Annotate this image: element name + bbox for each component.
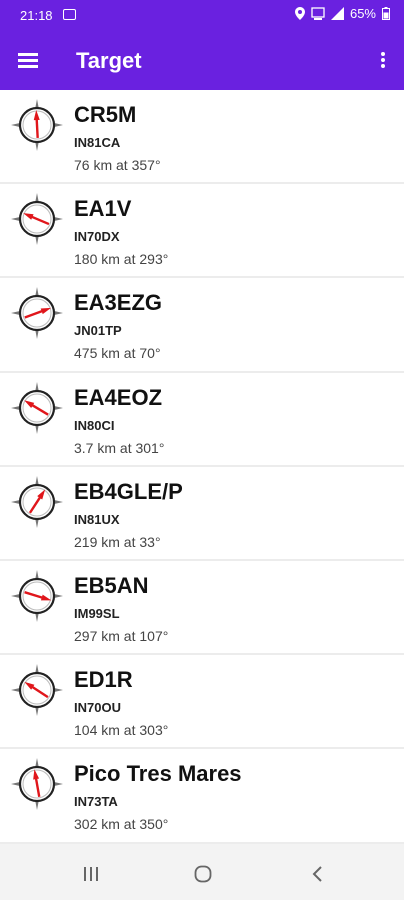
status-bar: 21:18 65% bbox=[0, 0, 404, 30]
signal-icon bbox=[330, 7, 344, 20]
target-callsign: EA4EOZ bbox=[74, 384, 163, 410]
recent-apps-icon[interactable] bbox=[82, 866, 100, 882]
compass-icon bbox=[11, 99, 63, 151]
hamburger-menu-icon[interactable] bbox=[18, 50, 42, 70]
target-callsign: EB5AN bbox=[74, 572, 149, 598]
target-row[interactable]: EB4GLE/P IN81UX 219 km at 33° bbox=[0, 466, 404, 561]
target-distance-bearing: 180 km at 293° bbox=[74, 251, 169, 268]
target-locator: JN01TP bbox=[74, 323, 122, 339]
home-icon[interactable] bbox=[194, 865, 212, 883]
overflow-menu-icon[interactable] bbox=[378, 50, 388, 72]
compass-icon bbox=[11, 193, 63, 246]
target-callsign: CR5M bbox=[74, 102, 137, 127]
target-locator: IN81UX bbox=[74, 511, 120, 527]
target-callsign: EA3EZG bbox=[74, 290, 163, 316]
target-distance-bearing: 3.7 km at 301° bbox=[74, 439, 165, 456]
target-row[interactable]: EA1V IN70DX 180 km at 293° bbox=[0, 184, 404, 279]
target-row[interactable]: EB5AN IM99SL 297 km at 107° bbox=[0, 560, 404, 656]
page-title: Target bbox=[76, 48, 142, 73]
target-callsign: EA1V bbox=[74, 196, 132, 222]
compass-icon bbox=[11, 758, 63, 811]
target-distance-bearing: 76 km at 357° bbox=[74, 157, 161, 173]
status-icons: 65% bbox=[294, 6, 390, 21]
target-callsign: EB4GLE/P bbox=[74, 478, 183, 504]
target-row[interactable]: Pico Tres Mares IN73TA 302 km at 350° bbox=[0, 749, 404, 844]
app-bar: Target bbox=[0, 30, 404, 90]
target-row[interactable]: EA4EOZ IN80CI 3.7 km at 301° bbox=[0, 372, 404, 467]
target-distance-bearing: 297 km at 107° bbox=[74, 627, 169, 644]
image-notification-icon bbox=[63, 9, 76, 20]
target-distance-bearing: 475 km at 70° bbox=[74, 345, 161, 362]
compass-icon bbox=[11, 664, 63, 717]
target-row[interactable]: ED1R IN70OU 104 km at 303° bbox=[0, 655, 404, 750]
target-callsign: Pico Tres Mares bbox=[74, 761, 242, 787]
compass-icon bbox=[11, 475, 63, 528]
target-locator: IM99SL bbox=[74, 605, 120, 621]
battery-icon bbox=[382, 7, 390, 20]
location-icon bbox=[294, 7, 305, 20]
target-callsign: ED1R bbox=[74, 667, 133, 693]
back-icon[interactable] bbox=[311, 865, 323, 883]
compass-icon bbox=[11, 287, 63, 340]
target-list: CR5M IN81CA 76 km at 357° EA1V IN70DX 180 km … bbox=[0, 90, 404, 844]
compass-icon bbox=[11, 381, 63, 434]
status-time: 21:18 bbox=[20, 8, 53, 23]
target-locator: IN81CA bbox=[74, 135, 121, 150]
target-locator: IN70OU bbox=[74, 700, 121, 716]
target-row[interactable]: EA3EZG JN01TP 475 km at 70° bbox=[0, 278, 404, 373]
wifi-calling-icon bbox=[311, 6, 325, 20]
target-row[interactable]: CR5M IN81CA 76 km at 357° bbox=[0, 90, 404, 185]
target-locator: IN70DX bbox=[74, 229, 120, 245]
target-locator: IN80CI bbox=[74, 417, 115, 433]
battery-percentage: 65% bbox=[349, 6, 376, 21]
target-distance-bearing: 302 km at 350° bbox=[74, 816, 169, 833]
target-distance-bearing: 219 km at 33° bbox=[74, 533, 161, 550]
system-navigation-bar bbox=[0, 848, 404, 900]
target-distance-bearing: 104 km at 303° bbox=[74, 722, 169, 739]
compass-icon bbox=[11, 569, 63, 622]
target-locator: IN73TA bbox=[74, 794, 118, 810]
